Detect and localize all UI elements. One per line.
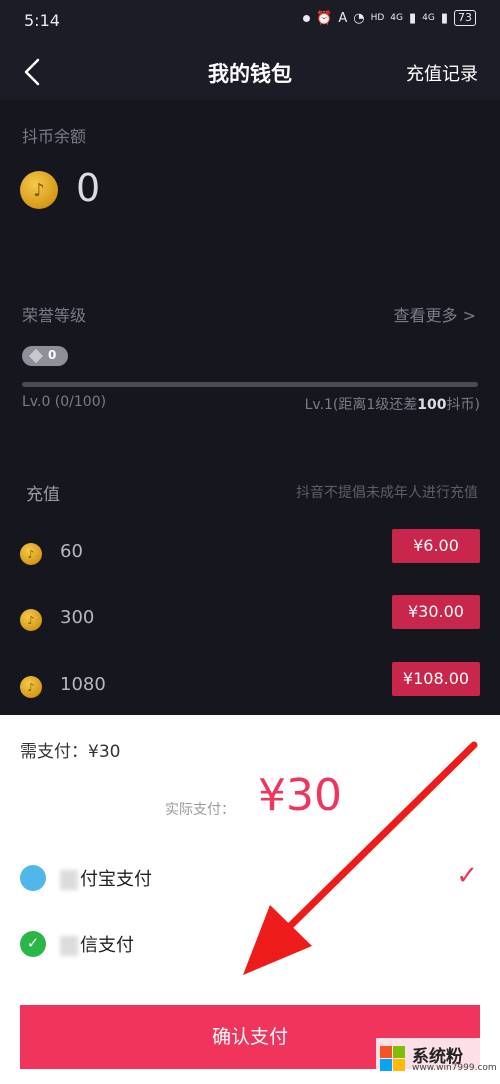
status-bar: 5:14 ⏰ A ◔ HD 4G ▮ 4G ▮ 73 — [0, 0, 500, 44]
notification-dot-icon — [303, 14, 311, 22]
status-icons: ⏰ A ◔ HD 4G ▮ 4G ▮ 73 — [303, 10, 476, 26]
coin-icon — [20, 609, 42, 631]
diamond-icon — [28, 348, 44, 364]
recharge-option: 60 ¥6.00 — [0, 529, 500, 579]
next-level-value: 100 — [417, 397, 447, 413]
level-progress-bar — [22, 382, 478, 387]
minor-notice: 抖音不提倡未成年人进行充值 — [296, 485, 478, 501]
view-more-link[interactable]: 查看更多 > — [394, 302, 477, 326]
alarm-icon: ⏰ — [316, 10, 333, 26]
alipay-option[interactable]: 付宝支付 ✓ — [0, 855, 500, 899]
price-button[interactable]: ¥108.00 — [392, 662, 480, 696]
coin-amount: 60 — [60, 541, 83, 562]
level-badge: 0 — [22, 346, 68, 366]
current-level-text: Lv.0 (0/100) — [22, 394, 107, 410]
price-button[interactable]: ¥30.00 — [392, 595, 480, 629]
honor-level-label: 荣誉等级 — [22, 306, 87, 325]
check-icon: ✓ — [456, 861, 478, 891]
recharge-option: 1080 ¥108.00 — [0, 662, 500, 712]
payment-sheet: 需支付：¥30 实际支付： ¥30 付宝支付 ✓ 信支付 确认支付 — [0, 715, 500, 1084]
alipay-label: 付宝支付 — [60, 865, 152, 891]
watermark-url: www.win7999.com — [412, 1063, 497, 1073]
status-time: 5:14 — [24, 11, 60, 30]
wechat-label: 信支付 — [60, 931, 134, 957]
signal-icon-2: ▮ — [440, 10, 448, 26]
hd-label: HD — [370, 13, 385, 23]
recharge-option: 300 ¥30.00 — [0, 595, 500, 645]
wechat-option[interactable]: 信支付 — [0, 921, 500, 965]
network-4g-2: 4G — [422, 13, 435, 23]
network-4g-1: 4G — [390, 13, 403, 23]
recharge-history-link[interactable]: 充值记录 — [406, 60, 478, 86]
need-pay-text: 需支付：¥30 — [20, 742, 121, 762]
next-level-text: Lv.1(距离1级还差100抖币) — [305, 394, 480, 414]
price-button[interactable]: ¥6.00 — [392, 529, 480, 563]
wifi-icon: ◔ — [353, 10, 365, 26]
watermark: 系统粉 www.win7999.com — [376, 1038, 497, 1078]
next-level-prefix: Lv.1(距离1级还差 — [304, 397, 418, 413]
windows-logo-icon — [380, 1046, 406, 1072]
blurred-text — [60, 870, 78, 890]
actual-pay-amount: ¥30 — [258, 770, 342, 821]
coin-icon — [20, 543, 42, 565]
a-icon: A — [338, 10, 348, 26]
wechat-icon — [20, 931, 46, 957]
alipay-label-text: 付宝支付 — [80, 869, 152, 890]
level-badge-number: 0 — [48, 348, 57, 362]
recharge-title: 充值 — [26, 485, 60, 505]
blurred-text — [60, 936, 78, 956]
coin-amount: 1080 — [60, 674, 106, 695]
coin-icon — [20, 171, 58, 209]
balance-label: 抖币余额 — [22, 127, 87, 146]
battery-icon: 73 — [454, 10, 476, 26]
next-level-suffix: 抖币) — [446, 397, 480, 413]
actual-pay-label: 实际支付： — [165, 802, 235, 818]
coin-amount: 300 — [60, 607, 95, 628]
navbar: 我的钱包 充值记录 — [0, 44, 500, 100]
signal-icon: ▮ — [408, 10, 417, 26]
alipay-icon — [20, 865, 46, 891]
balance-value: 0 — [76, 166, 101, 210]
wechat-label-text: 信支付 — [80, 935, 134, 956]
coin-icon — [20, 676, 42, 698]
